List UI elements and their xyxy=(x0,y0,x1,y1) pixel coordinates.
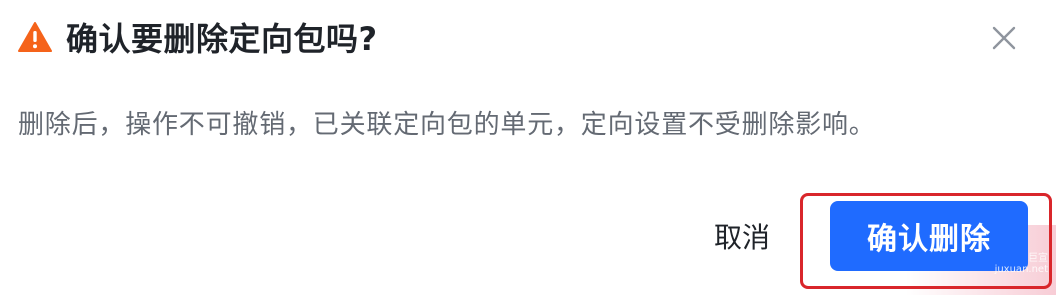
watermark: 巨宣 juxuan.net xyxy=(995,253,1048,275)
watermark-line2: juxuan.net xyxy=(994,264,1048,275)
dialog-header: 确认要删除定向包吗? xyxy=(18,14,1038,60)
close-icon[interactable] xyxy=(986,20,1022,56)
cancel-button[interactable]: 取消 xyxy=(714,216,770,256)
watermark-line1: 巨宣 xyxy=(1028,253,1048,264)
dialog-title: 确认要删除定向包吗? xyxy=(66,20,378,58)
warning-icon xyxy=(18,20,52,54)
dialog-message: 删除后，操作不可撤销，已关联定向包的单元，定向设置不受删除影响。 xyxy=(18,110,876,140)
delete-confirm-dialog: 确认要删除定向包吗? 删除后，操作不可撤销，已关联定向包的单元，定向设置不受删除… xyxy=(0,0,1056,295)
dialog-footer: 取消 确认删除 xyxy=(714,201,1028,271)
